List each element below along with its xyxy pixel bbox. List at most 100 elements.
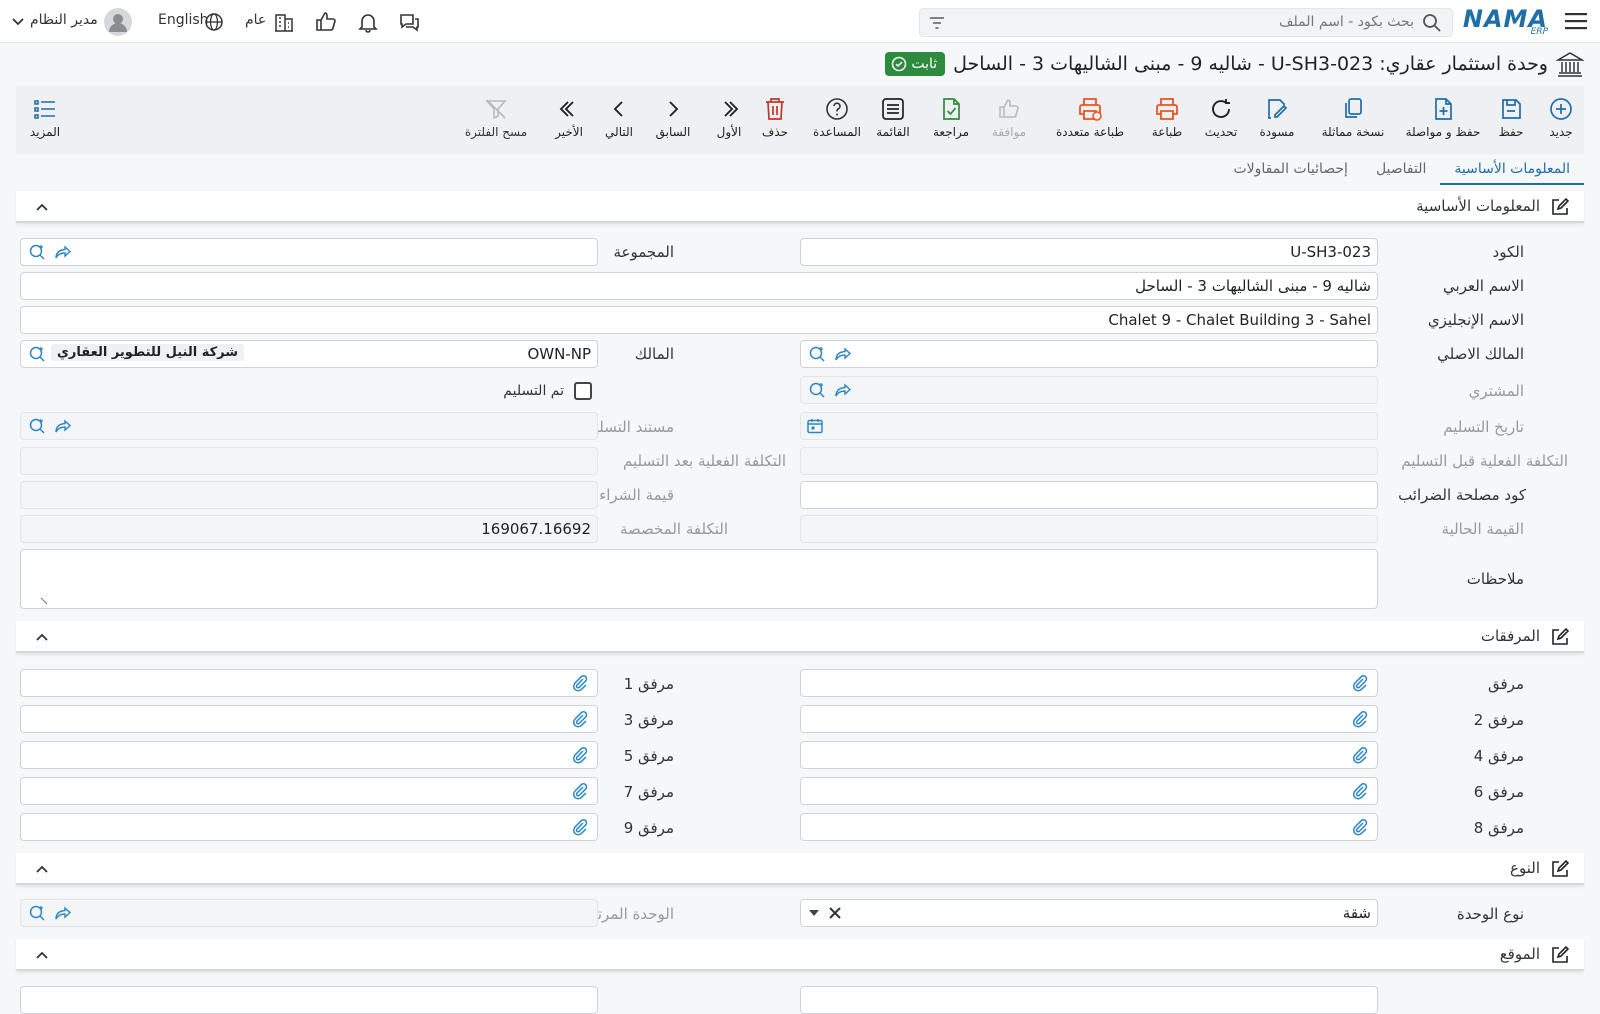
search-plus-icon[interactable] bbox=[808, 345, 826, 363]
delivery-date-field[interactable] bbox=[800, 412, 1378, 440]
search-plus-icon[interactable] bbox=[28, 417, 46, 435]
paperclip-icon[interactable] bbox=[571, 710, 589, 728]
save-button[interactable]: حفظ bbox=[1476, 90, 1546, 139]
paperclip-icon[interactable] bbox=[571, 746, 589, 764]
paperclip-icon[interactable] bbox=[571, 674, 589, 692]
thumbs-up-icon[interactable] bbox=[314, 10, 338, 34]
multi-print-button[interactable]: طباعة متعددة bbox=[1048, 90, 1132, 139]
cost-before-field[interactable] bbox=[800, 447, 1378, 475]
attachment-8-label: مرفق 8 bbox=[1473, 819, 1524, 837]
plus-circle-icon bbox=[1550, 98, 1572, 120]
filter-icon[interactable] bbox=[928, 14, 946, 32]
share-forward-icon[interactable] bbox=[54, 417, 72, 435]
language-switch[interactable]: English bbox=[158, 12, 209, 28]
paperclip-icon[interactable] bbox=[1351, 818, 1369, 836]
purchase-value-field[interactable] bbox=[20, 481, 598, 509]
attachment-9-label: مرفق 9 bbox=[623, 819, 674, 837]
save-icon bbox=[1502, 99, 1521, 119]
user-name[interactable]: مدير النظام bbox=[30, 12, 98, 28]
section-type[interactable]: النوع bbox=[16, 853, 1584, 885]
buyer-field[interactable] bbox=[800, 376, 1378, 404]
section-location[interactable]: الموقع bbox=[16, 939, 1584, 971]
share-forward-icon[interactable] bbox=[54, 243, 72, 261]
paperclip-icon[interactable] bbox=[1351, 674, 1369, 692]
clear-x-icon[interactable] bbox=[827, 905, 843, 921]
search-input[interactable]: بحث بكود - اسم الملف bbox=[919, 8, 1453, 37]
notes-textarea[interactable] bbox=[20, 549, 1378, 609]
tab-basic-info[interactable]: المعلومات الأساسية bbox=[1440, 157, 1584, 185]
share-forward-icon[interactable] bbox=[834, 381, 852, 399]
section-attachments[interactable]: المرفقات bbox=[16, 621, 1584, 653]
delivered-checkbox[interactable] bbox=[574, 382, 592, 400]
code-field[interactable]: U-SH3-023 bbox=[800, 238, 1378, 266]
chevron-up-icon[interactable] bbox=[34, 199, 50, 215]
share-forward-icon[interactable] bbox=[54, 904, 72, 922]
group-field[interactable] bbox=[20, 238, 598, 266]
attachment-2-field[interactable] bbox=[800, 705, 1378, 733]
owner-field[interactable]: OWN-NP شركة النيل للتطوير العقاري bbox=[20, 340, 598, 368]
unit-type-label: نوع الوحدة bbox=[1456, 905, 1524, 923]
branch-label[interactable]: عام bbox=[245, 12, 266, 28]
last-button[interactable]: الأخير bbox=[534, 90, 604, 139]
delivered-label: تم التسليم bbox=[503, 383, 564, 399]
section-basic-info[interactable]: المعلومات الأساسية bbox=[16, 191, 1584, 223]
bank-building-icon bbox=[1556, 52, 1584, 77]
help-button[interactable]: المساعدة bbox=[802, 90, 872, 139]
action-toolbar: جديد حفظ حفظ و مواصلة نسخة مماثلة مسودة … bbox=[16, 86, 1584, 154]
arabic-name-field[interactable]: شاليه 9 - مبنى الشاليهات 3 - الساحل bbox=[20, 272, 1378, 300]
share-forward-icon[interactable] bbox=[834, 345, 852, 363]
current-value-field[interactable] bbox=[800, 515, 1378, 543]
attachment-3-field[interactable] bbox=[20, 705, 598, 733]
nama-logo[interactable]: NAMA ERP bbox=[1463, 5, 1554, 37]
attachment-8-field[interactable] bbox=[800, 813, 1378, 841]
hamburger-menu-icon[interactable] bbox=[1564, 10, 1588, 32]
original-owner-field[interactable] bbox=[800, 340, 1378, 368]
paperclip-icon[interactable] bbox=[1351, 746, 1369, 764]
chevron-up-icon[interactable] bbox=[34, 947, 50, 963]
cost-after-field[interactable] bbox=[20, 447, 598, 475]
chevron-down-icon[interactable] bbox=[10, 14, 26, 30]
attachment-3-label: مرفق 3 bbox=[623, 711, 674, 729]
more-button[interactable]: المزيد bbox=[10, 90, 80, 139]
linked-unit-field[interactable] bbox=[20, 899, 598, 927]
english-name-field[interactable]: Chalet 9 - Chalet Building 3 - Sahel bbox=[20, 306, 1378, 334]
attachment-0-field[interactable] bbox=[800, 669, 1378, 697]
paperclip-icon[interactable] bbox=[571, 818, 589, 836]
location-field-right[interactable] bbox=[800, 986, 1378, 1014]
attachment-4-field[interactable] bbox=[800, 741, 1378, 769]
chevron-left-icon bbox=[613, 101, 623, 117]
search-plus-icon[interactable] bbox=[28, 243, 46, 261]
bell-icon[interactable] bbox=[356, 10, 380, 34]
clear-filter-button[interactable]: مسح الفلترة bbox=[456, 90, 536, 139]
chat-icon[interactable] bbox=[397, 10, 421, 34]
caret-down-icon[interactable] bbox=[807, 906, 821, 920]
building-icon[interactable] bbox=[272, 10, 296, 34]
edit-document-icon bbox=[1268, 99, 1288, 119]
allocated-cost-field[interactable]: 169067.16692 bbox=[20, 515, 598, 543]
chevron-up-icon[interactable] bbox=[34, 861, 50, 877]
attachment-6-field[interactable] bbox=[800, 777, 1378, 805]
avatar[interactable] bbox=[104, 8, 132, 36]
tab-contracting-stats[interactable]: إحصائيات المقاولات bbox=[1219, 157, 1362, 185]
search-plus-icon[interactable] bbox=[808, 381, 826, 399]
search-plus-icon[interactable] bbox=[28, 345, 46, 363]
search-plus-icon[interactable] bbox=[28, 904, 46, 922]
tax-code-field[interactable] bbox=[800, 481, 1378, 509]
delivery-doc-field[interactable] bbox=[20, 412, 598, 440]
chevron-up-icon[interactable] bbox=[34, 629, 50, 645]
paperclip-icon[interactable] bbox=[1351, 782, 1369, 800]
paperclip-icon[interactable] bbox=[1351, 710, 1369, 728]
paperclip-icon[interactable] bbox=[571, 782, 589, 800]
location-field-left[interactable] bbox=[20, 986, 598, 1014]
attachment-7-field[interactable] bbox=[20, 777, 598, 805]
attachment-5-field[interactable] bbox=[20, 741, 598, 769]
tab-details[interactable]: التفاصيل bbox=[1362, 157, 1440, 185]
save-continue-button[interactable]: حفظ و مواصلة bbox=[1406, 90, 1480, 139]
calendar-icon[interactable] bbox=[806, 417, 824, 435]
attachment-1-field[interactable] bbox=[20, 669, 598, 697]
print-button[interactable]: طباعة bbox=[1132, 90, 1202, 139]
unit-type-select[interactable]: شقة bbox=[800, 899, 1378, 927]
duplicate-button[interactable]: نسخة مماثلة bbox=[1318, 90, 1388, 139]
resize-handle-icon[interactable] bbox=[39, 596, 49, 606]
attachment-9-field[interactable] bbox=[20, 813, 598, 841]
